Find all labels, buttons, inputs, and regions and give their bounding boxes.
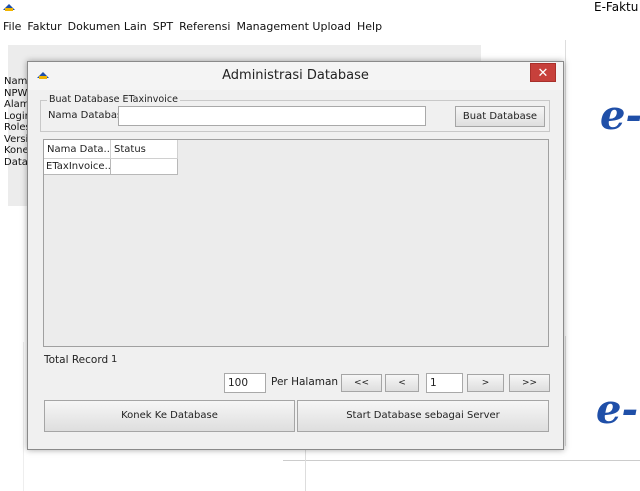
efaktur-logo-card-top: e- [565,40,640,180]
database-table: Nama Data... Status ETaxInvoice... [43,139,549,347]
menu-referensi[interactable]: Referensi [176,19,233,35]
app-title: E-Faktu [594,0,639,14]
dialog-titlebar[interactable]: Administrasi Database ✕ [28,62,563,90]
menu-faktur[interactable]: Faktur [24,19,64,35]
connect-database-button[interactable]: Konek Ke Database [44,400,295,432]
table-row[interactable]: ETaxInvoice... [44,159,178,175]
database-name-label: Nama Database [48,110,129,121]
app-logo-icon [3,4,15,11]
efaktur-logo-text: e- [596,386,639,433]
divider [305,447,306,491]
create-database-button[interactable]: Buat Database [455,106,545,127]
menu-management-upload[interactable]: Management Upload [233,19,354,35]
efaktur-logo-card-bottom: e- [565,336,640,446]
previous-page-button[interactable]: < [385,374,419,392]
efaktur-logo-text: e- [600,92,640,139]
administrasi-database-dialog: Administrasi Database ✕ Buat Database ET… [27,61,564,450]
dialog-title: Administrasi Database [222,68,369,83]
menu-dokumen-lain[interactable]: Dokumen Lain [65,19,150,35]
close-icon: ✕ [537,66,549,81]
group-legend: Buat Database ETaxinvoice [47,94,180,105]
column-header-nama-database[interactable]: Nama Data... [44,140,111,159]
last-page-button[interactable]: >> [509,374,550,392]
menu-file[interactable]: File [0,19,24,35]
background-panel [0,342,24,491]
menu-bar: File Faktur Dokumen Lain SPT Referensi M… [0,19,385,35]
close-button[interactable]: ✕ [530,63,556,82]
total-record-value: 1 [111,354,118,365]
database-name-input[interactable] [118,106,426,126]
total-record-label: Total Record [44,354,109,366]
column-header-status[interactable]: Status [111,140,178,159]
efaktur-logo: e- [600,92,640,139]
per-page-label: Per Halaman [271,376,339,388]
menu-help[interactable]: Help [354,19,385,35]
page-number-input[interactable]: 1 [426,373,463,393]
menu-spt[interactable]: SPT [150,19,176,35]
table-header: Nama Data... Status [44,140,178,159]
table-cell-nama-database[interactable]: ETaxInvoice... [44,159,111,175]
divider [283,460,640,461]
next-page-button[interactable]: > [467,374,504,392]
table-cell-status[interactable] [111,159,178,175]
start-server-button[interactable]: Start Database sebagai Server [297,400,549,432]
efaktur-logo: e- [596,386,638,433]
first-page-button[interactable]: << [341,374,382,392]
per-page-input[interactable]: 100 [224,373,266,393]
